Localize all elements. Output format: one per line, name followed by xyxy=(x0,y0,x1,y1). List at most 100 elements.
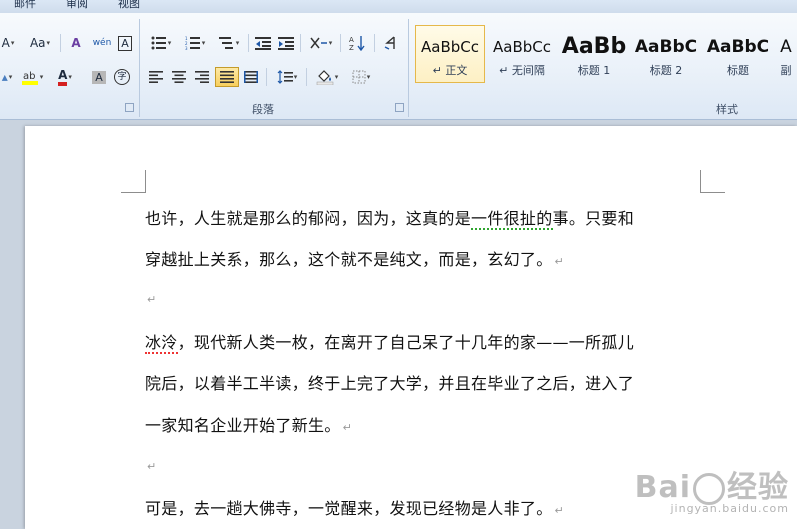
enclose-characters-icon: 字 xyxy=(114,69,130,85)
divider xyxy=(300,34,301,52)
character-shading-icon: A xyxy=(92,70,106,84)
style-no-spacing[interactable]: AaBbCc ↵ 无间隔 xyxy=(487,25,557,83)
styles-group-label: 样式 xyxy=(716,103,738,116)
line-spacing-button[interactable]: ▾ xyxy=(272,67,302,87)
change-case-button[interactable]: Aa ▾ xyxy=(24,33,56,53)
style-sample: AaBbC xyxy=(634,37,698,57)
divider xyxy=(60,34,61,52)
group-divider xyxy=(408,19,409,117)
clear-formatting-button[interactable]: A xyxy=(66,33,86,53)
text-line[interactable]: 院后，以着半工半读，终于上完了大学，并且在毕业了之后，进入了 xyxy=(145,370,634,394)
paragraph-dialog-launcher-icon[interactable] xyxy=(395,103,404,112)
style-sample: AaBb xyxy=(561,34,627,59)
style-name: 标题 1 xyxy=(577,64,611,77)
increase-indent-button[interactable] xyxy=(276,33,296,53)
font-dialog-launcher-icon[interactable] xyxy=(125,103,134,112)
decrease-indent-icon xyxy=(255,37,271,50)
align-left-button[interactable] xyxy=(146,67,166,87)
style-normal[interactable]: AaBbCc ↵ 正文 xyxy=(415,25,485,83)
multilevel-list-button[interactable]: ▾ xyxy=(214,33,244,53)
style-sample: AaBbC xyxy=(706,37,770,57)
text-line[interactable]: ↵ xyxy=(145,288,157,307)
chinese-layout-icon xyxy=(310,37,327,49)
shading-button[interactable]: ▾ xyxy=(312,67,342,87)
text-line[interactable]: 冰泠，现代新人类一枚，在离开了自己呆了十几年的家——一所孤儿 xyxy=(145,329,634,354)
paw-icon xyxy=(693,472,725,505)
style-name: 标题 2 xyxy=(649,64,683,77)
borders-button[interactable]: ▾ xyxy=(346,67,376,87)
enclose-characters-button[interactable]: 字 xyxy=(112,67,132,87)
paragraph-mark-icon: ↵ xyxy=(554,504,565,517)
align-center-button[interactable] xyxy=(169,67,189,87)
style-sample: AaBbCc xyxy=(493,38,551,56)
spelling-squiggle: 冰泠 xyxy=(145,333,178,354)
style-heading-2[interactable]: AaBbC 标题 2 xyxy=(631,25,701,83)
decrease-indent-button[interactable] xyxy=(253,33,273,53)
paragraph-mark-icon: ↵ xyxy=(147,293,157,306)
multilevel-list-icon xyxy=(218,37,233,49)
style-title[interactable]: AaBbC 标题 xyxy=(703,25,773,83)
character-border-button[interactable]: A xyxy=(116,33,134,53)
highlighter-icon: ab xyxy=(21,71,38,85)
style-name: 副 xyxy=(780,64,792,77)
bullets-icon xyxy=(151,36,166,50)
style-heading-1[interactable]: AaBb 标题 1 xyxy=(559,25,629,83)
svg-text:3: 3 xyxy=(185,46,188,50)
divider xyxy=(266,68,267,86)
grammar-squiggle: 一件很扯的 xyxy=(471,209,553,230)
svg-text:A: A xyxy=(349,36,354,44)
bullets-button[interactable]: ▾ xyxy=(146,33,176,53)
style-sample: A xyxy=(780,37,792,57)
text-line[interactable]: 可是，去一趟大佛寺，一觉醒来，发现已经物是人非了。 ↵ xyxy=(145,495,564,519)
text-line[interactable]: 也许，人生就是那么的郁闷，因为，这真的是一件很扯的事。只要和 xyxy=(145,205,634,230)
numbering-button[interactable]: 1 2 3 ▾ xyxy=(180,33,210,53)
highlight-color-button[interactable]: ab ▾ xyxy=(18,67,46,87)
grow-font-button[interactable]: A ▾ xyxy=(0,33,16,53)
style-sample: AaBbCc xyxy=(421,38,479,56)
group-divider xyxy=(139,19,140,117)
align-right-icon xyxy=(195,71,209,83)
sort-button[interactable]: A Z xyxy=(346,33,368,53)
justify-icon xyxy=(220,71,234,83)
style-subtitle[interactable]: A 副 xyxy=(775,25,797,83)
tab-view[interactable]: 视图 xyxy=(118,0,140,11)
line-spacing-icon xyxy=(277,70,293,84)
divider xyxy=(374,34,375,52)
character-shading-button[interactable]: A xyxy=(90,67,108,87)
borders-icon xyxy=(352,70,366,84)
font-color-icon: A xyxy=(58,68,68,86)
align-left-icon xyxy=(149,71,163,83)
ribbon-tab-strip: 邮件 审阅 视图 xyxy=(0,0,797,13)
align-right-button[interactable] xyxy=(192,67,212,87)
tab-review[interactable]: 审阅 xyxy=(66,0,88,11)
style-name: 标题 xyxy=(727,64,749,77)
show-hide-marks-button[interactable] xyxy=(380,33,400,53)
crop-mark-right xyxy=(700,170,725,193)
phonetic-guide-button[interactable]: wén xyxy=(90,33,114,53)
tab-mailings[interactable]: 邮件 xyxy=(14,0,36,11)
baidu-watermark: Bai 经验 jingyan.baidu.com xyxy=(634,470,789,515)
document-page[interactable]: 也许，人生就是那么的郁闷，因为，这真的是一件很扯的事。只要和 穿越扯上关系，那么… xyxy=(25,126,797,529)
crop-mark-left xyxy=(121,170,146,193)
text-line[interactable]: 穿越扯上关系，那么，这个就不是纯文，而是，玄幻了。 ↵ xyxy=(145,246,564,270)
distributed-button[interactable] xyxy=(241,67,261,87)
text-line[interactable]: ↵ xyxy=(145,455,157,474)
style-name: ↵ 无间隔 xyxy=(499,64,545,77)
sort-icon: A Z xyxy=(349,36,365,51)
divider xyxy=(306,68,307,86)
ribbon: A ▾ Aa ▾ A wén A ▴ ▾ ab ▾ A ▾ A 字 ▾ 1 2 … xyxy=(0,13,797,120)
paint-bucket-icon xyxy=(316,70,333,85)
text-line[interactable]: 一家知名企业开始了新生。 ↵ xyxy=(145,412,352,436)
svg-text:ab: ab xyxy=(23,71,35,82)
clear-formatting-icon: A xyxy=(71,36,81,50)
paragraph-mark-icon: ↵ xyxy=(554,255,565,268)
numbering-icon: 1 2 3 xyxy=(185,36,200,50)
svg-text:Z: Z xyxy=(349,44,354,51)
text-effects-button[interactable]: ▴ ▾ xyxy=(0,67,14,87)
text-effects-icon: ▴ xyxy=(1,70,8,84)
justify-button[interactable] xyxy=(215,67,239,87)
divider xyxy=(248,34,249,52)
paragraph-group-label: 段落 xyxy=(252,103,274,116)
chinese-layout-button[interactable]: ▾ xyxy=(306,33,336,53)
font-color-button[interactable]: A ▾ xyxy=(52,67,78,87)
